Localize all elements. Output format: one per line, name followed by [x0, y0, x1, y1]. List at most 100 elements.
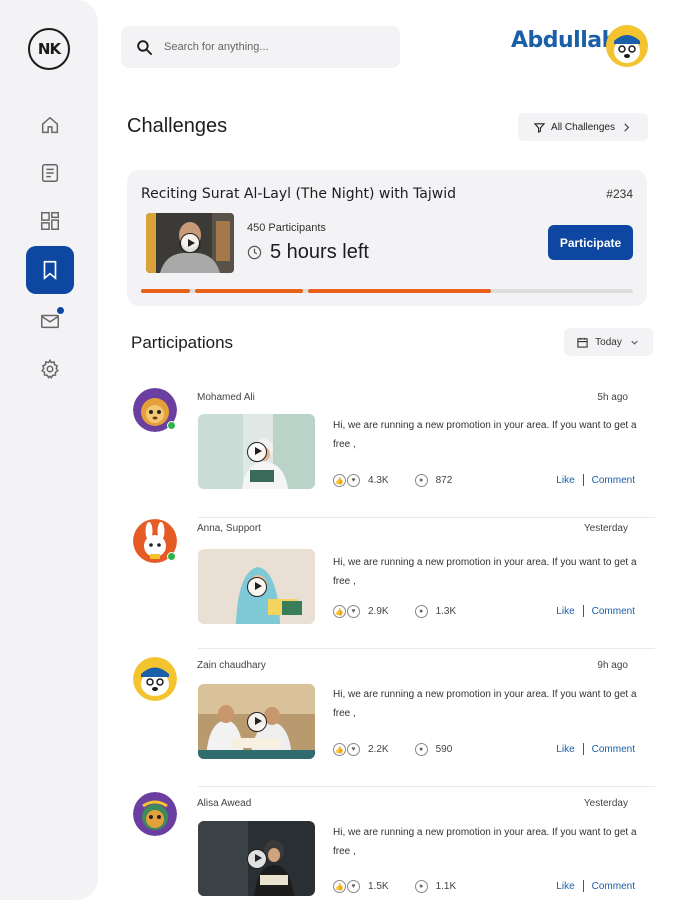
post-video-thumbnail[interactable]	[198, 414, 315, 489]
search-input[interactable]	[164, 41, 384, 53]
post-author: Zain chaudhary	[197, 660, 266, 671]
post-time: 5h ago	[597, 392, 628, 403]
online-status-dot	[167, 552, 176, 561]
post-video-thumbnail[interactable]	[198, 549, 315, 624]
challenge-card[interactable]: Reciting Surat Al-Layl (The Night) with …	[127, 170, 647, 306]
post-stats: 👍 ♥ 1.5K ● 1.1K	[333, 880, 456, 893]
likes-count: 2.2K	[368, 744, 389, 755]
challenge-progress-bar	[141, 289, 633, 293]
post-time: Yesterday	[583, 523, 628, 534]
post-actions: Like Comment	[556, 474, 635, 486]
divider	[198, 517, 655, 518]
avatar[interactable]	[133, 657, 177, 701]
post-actions: Like Comment	[556, 605, 635, 617]
participation-post: Mohamed Ali 5h ago Hi, we are running a …	[133, 388, 655, 518]
like-link[interactable]: Like	[556, 475, 574, 486]
separator	[582, 605, 584, 617]
post-actions: Like Comment	[556, 880, 635, 892]
comment-link[interactable]: Comment	[592, 744, 635, 755]
challenge-video-thumbnail[interactable]	[146, 213, 234, 273]
likes-count: 2.9K	[368, 606, 389, 617]
post-text: Hi, we are running a new promotion in yo…	[333, 827, 637, 857]
progress-segment	[141, 289, 190, 293]
post-text: Hi, we are running a new promotion in yo…	[333, 689, 637, 719]
like-link[interactable]: Like	[556, 606, 574, 617]
post-stats: 👍 ♥ 4.3K ● 872	[333, 474, 452, 487]
date-filter-label: Today	[595, 336, 622, 348]
document-icon	[41, 164, 59, 182]
separator	[582, 743, 584, 755]
post-time: Yesterday	[583, 798, 628, 809]
views-icon: ●	[414, 880, 428, 893]
sidebar-item-settings[interactable]	[26, 345, 74, 393]
time-left-text: 5 hours left	[270, 241, 369, 263]
sidebar: NK	[0, 0, 98, 900]
comment-link[interactable]: Comment	[592, 881, 635, 892]
online-status-dot	[167, 421, 176, 430]
post-text: Hi, we are running a new promotion in yo…	[333, 557, 637, 587]
like-link[interactable]: Like	[556, 881, 574, 892]
sidebar-item-bookmarks[interactable]	[26, 246, 74, 294]
sidebar-item-dashboard[interactable]	[26, 197, 74, 245]
reactions-icon: 👍 ♥	[333, 605, 360, 618]
brand-logo[interactable]: NK	[28, 28, 70, 70]
play-icon[interactable]	[246, 848, 267, 869]
views-icon: ●	[414, 605, 428, 618]
reactions-icon: 👍 ♥	[333, 474, 360, 487]
post-video-thumbnail[interactable]	[198, 684, 315, 759]
progress-segment	[195, 289, 303, 293]
post-text: Hi, we are running a new promotion in yo…	[333, 420, 637, 450]
filter-icon	[534, 122, 546, 133]
participation-post: Anna, Support Yesterday Hi, we are runni…	[133, 519, 655, 649]
clock-icon	[247, 245, 262, 260]
participation-post: Alisa Awead Yesterday Hi, we are running…	[133, 792, 655, 900]
challenge-id: #234	[606, 187, 633, 201]
progress-segment	[308, 289, 491, 293]
notification-dot	[57, 307, 64, 314]
reactions-icon: 👍 ♥	[333, 880, 360, 893]
separator	[582, 880, 584, 892]
calendar-icon	[577, 337, 588, 348]
filter-label: All Challenges	[551, 121, 615, 133]
like-link[interactable]: Like	[556, 744, 574, 755]
post-author: Mohamed Ali	[197, 392, 255, 403]
views-count: 1.3K	[435, 606, 457, 617]
user-avatar[interactable]	[606, 25, 648, 67]
participants-count: 450 Participants	[247, 222, 326, 234]
views-count: 1.1K	[435, 881, 457, 892]
views-count: 872	[435, 475, 453, 486]
participate-button[interactable]: Participate	[548, 225, 633, 260]
likes-count: 1.5K	[368, 881, 389, 892]
reactions-icon: 👍 ♥	[333, 743, 360, 756]
views-icon: ●	[414, 474, 428, 487]
search-icon	[137, 39, 153, 55]
post-stats: 👍 ♥ 2.9K ● 1.3K	[333, 605, 456, 618]
chevron-right-icon	[624, 122, 630, 132]
post-author: Anna, Support	[197, 523, 261, 534]
gear-icon	[41, 358, 59, 379]
dashboard-icon	[41, 212, 59, 230]
all-challenges-filter[interactable]: All Challenges	[518, 113, 648, 141]
bookmark-icon	[43, 260, 57, 281]
comment-link[interactable]: Comment	[592, 606, 635, 617]
play-icon[interactable]	[246, 441, 267, 462]
sidebar-item-messages[interactable]	[26, 297, 74, 345]
likes-count: 4.3K	[368, 475, 389, 486]
home-icon	[41, 116, 59, 134]
play-icon[interactable]	[246, 576, 267, 597]
divider	[198, 786, 655, 787]
play-icon[interactable]	[246, 711, 267, 732]
search-bar[interactable]	[121, 26, 400, 68]
views-icon: ●	[414, 743, 428, 756]
date-filter-dropdown[interactable]: Today	[564, 328, 653, 356]
comment-link[interactable]: Comment	[592, 475, 635, 486]
divider	[198, 648, 655, 649]
sidebar-item-documents[interactable]	[26, 149, 74, 197]
participation-post: Zain chaudhary 9h ago Hi, we are running…	[133, 657, 655, 787]
avatar[interactable]	[133, 792, 177, 836]
challenges-title: Challenges	[127, 115, 228, 137]
sidebar-item-home[interactable]	[26, 101, 74, 149]
post-author: Alisa Awead	[197, 798, 252, 809]
post-video-thumbnail[interactable]	[198, 821, 315, 896]
play-icon[interactable]	[180, 233, 200, 253]
